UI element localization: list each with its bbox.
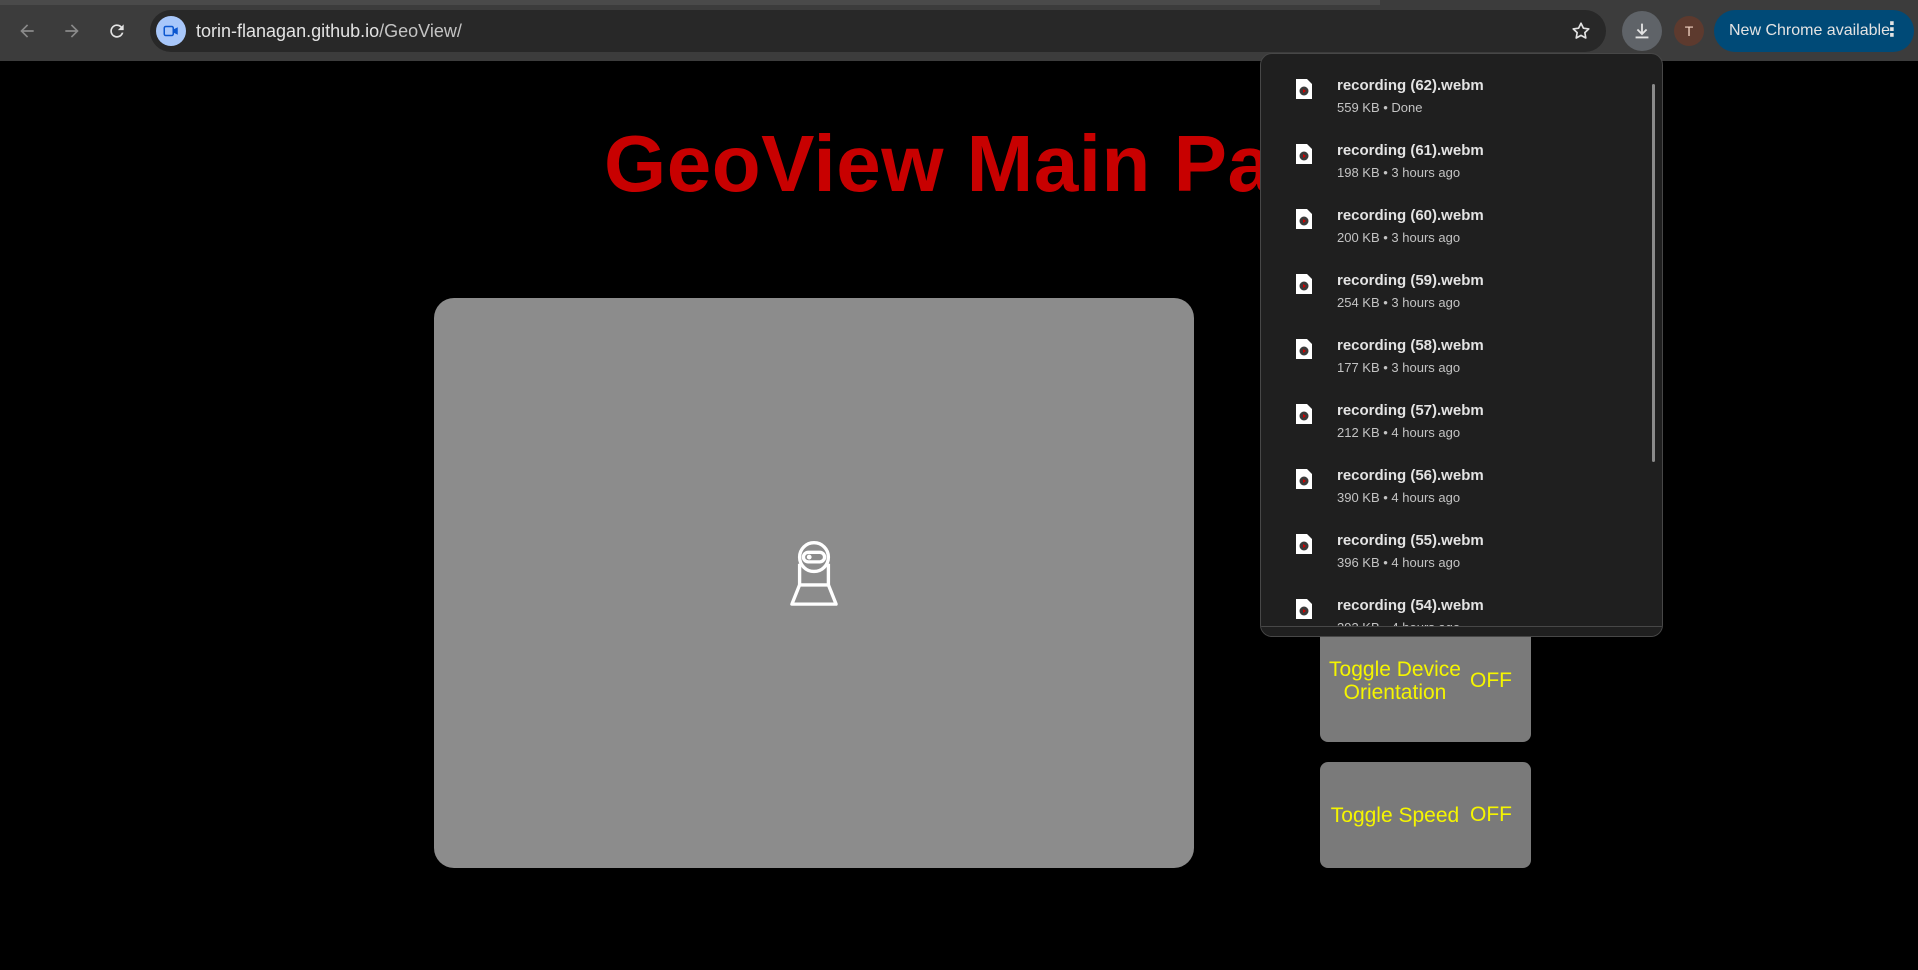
page-title: GeoView Main Pa xyxy=(604,119,1273,208)
forward-button[interactable] xyxy=(54,13,90,49)
site-info-button[interactable] xyxy=(156,16,186,46)
download-meta: 254 KB • 3 hours ago xyxy=(1337,295,1461,310)
download-meta: 198 KB • 3 hours ago xyxy=(1337,165,1461,180)
download-meta: 390 KB • 4 hours ago xyxy=(1337,490,1461,505)
download-filename: recording (62).webm xyxy=(1337,77,1484,94)
url-path: /GeoView/ xyxy=(379,21,462,41)
video-file-icon xyxy=(1296,599,1312,619)
download-meta: 212 KB • 4 hours ago xyxy=(1337,425,1461,440)
toggle-state: OFF xyxy=(1470,669,1512,692)
camera-preview xyxy=(434,298,1194,868)
reload-icon xyxy=(110,24,124,38)
download-meta: 177 KB • 3 hours ago xyxy=(1337,360,1461,375)
address-bar[interactable]: torin-flanagan.github.io/GeoView/ xyxy=(150,10,1606,52)
url-host: torin-flanagan.github.io xyxy=(196,21,380,41)
back-button[interactable] xyxy=(9,13,45,49)
video-file-icon xyxy=(1296,404,1312,424)
arrow-left-icon xyxy=(20,24,34,38)
downloads-panel-footer xyxy=(1261,626,1662,636)
video-file-icon xyxy=(1296,469,1312,489)
profile-avatar[interactable]: T xyxy=(1674,16,1704,46)
camera-indicator-icon xyxy=(163,25,178,37)
chrome-menu-icon[interactable]: ⋮ xyxy=(1882,20,1902,40)
video-file-icon xyxy=(1296,534,1312,554)
download-filename: recording (56).webm xyxy=(1337,467,1484,484)
toggle-device-orientation-button[interactable]: Toggle Device Orientation OFF xyxy=(1320,620,1531,742)
download-meta: 559 KB • Done xyxy=(1337,100,1423,115)
video-file-icon xyxy=(1296,144,1312,164)
video-file-icon xyxy=(1296,79,1312,99)
download-filename: recording (58).webm xyxy=(1337,337,1484,354)
download-item[interactable]: recording (55).webm 396 KB • 4 hours ago xyxy=(1261,509,1651,574)
download-meta: 396 KB • 4 hours ago xyxy=(1337,555,1461,570)
video-file-icon xyxy=(1296,274,1312,294)
download-item[interactable]: recording (62).webm 559 KB • Done xyxy=(1261,54,1651,119)
toggle-speed-button[interactable]: Toggle Speed OFF xyxy=(1320,762,1531,868)
download-filename: recording (59).webm xyxy=(1337,272,1484,289)
webcam-icon xyxy=(790,541,838,606)
toggle-label: Toggle Speed xyxy=(1330,803,1460,827)
toggle-state: OFF xyxy=(1470,803,1512,826)
update-chrome-button[interactable]: New Chrome available ⋮ xyxy=(1714,10,1914,52)
download-filename: recording (54).webm xyxy=(1337,597,1484,614)
download-item[interactable]: recording (60).webm 200 KB • 3 hours ago xyxy=(1261,184,1651,249)
tab-strip-edge xyxy=(0,0,1380,5)
video-file-icon xyxy=(1296,209,1312,229)
download-item[interactable]: recording (56).webm 390 KB • 4 hours ago xyxy=(1261,444,1651,509)
download-icon xyxy=(1635,23,1649,39)
download-filename: recording (61).webm xyxy=(1337,142,1484,159)
download-filename: recording (55).webm xyxy=(1337,532,1484,549)
download-item[interactable]: recording (58).webm 177 KB • 3 hours ago xyxy=(1261,314,1651,379)
download-item[interactable]: recording (59).webm 254 KB • 3 hours ago xyxy=(1261,249,1651,314)
reload-button[interactable] xyxy=(99,13,135,49)
download-item[interactable]: recording (61).webm 198 KB • 3 hours ago xyxy=(1261,119,1651,184)
download-filename: recording (60).webm xyxy=(1337,207,1484,224)
arrow-right-icon xyxy=(65,24,79,38)
bookmark-star-icon[interactable] xyxy=(1570,20,1592,42)
downloads-button[interactable] xyxy=(1622,11,1662,51)
downloads-scrollbar[interactable] xyxy=(1652,84,1655,462)
download-filename: recording (57).webm xyxy=(1337,402,1484,419)
downloads-panel: recording (62).webm 559 KB • Done record… xyxy=(1260,53,1663,637)
download-meta: 200 KB • 3 hours ago xyxy=(1337,230,1461,245)
downloads-list: recording (62).webm 559 KB • Done record… xyxy=(1261,54,1651,636)
update-label: New Chrome available xyxy=(1729,22,1890,39)
url-text[interactable]: torin-flanagan.github.io/GeoView/ xyxy=(196,21,462,42)
toggle-label: Toggle Device Orientation xyxy=(1329,658,1461,704)
download-item[interactable]: recording (57).webm 212 KB • 4 hours ago xyxy=(1261,379,1651,444)
browser-toolbar: torin-flanagan.github.io/GeoView/ T New … xyxy=(0,0,1918,61)
video-file-icon xyxy=(1296,339,1312,359)
